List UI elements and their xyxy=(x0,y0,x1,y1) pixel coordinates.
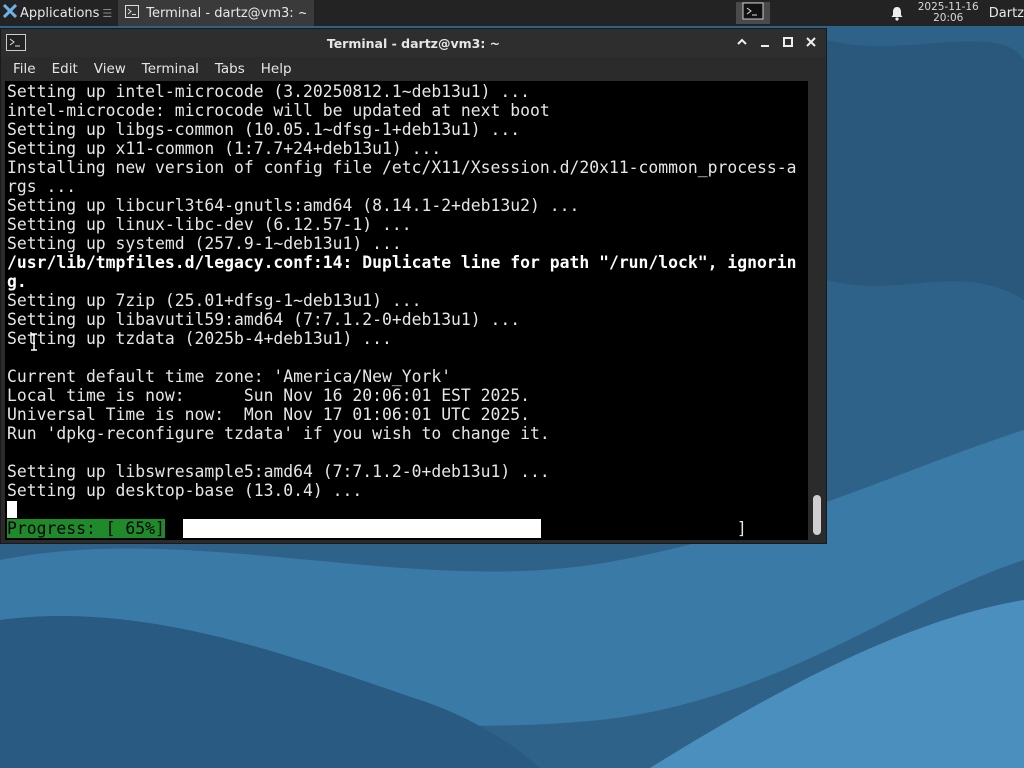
cursor-line xyxy=(7,500,808,519)
notifications-bell-icon[interactable] xyxy=(884,0,910,26)
terminal-line: Installing new version of config file /e… xyxy=(7,158,797,177)
terminal-line: Setting up tzdata (2025b-4+deb13u1) ... xyxy=(7,329,392,348)
minimize-button[interactable] xyxy=(758,35,772,49)
menu-bar: File Edit View Terminal Tabs Help xyxy=(1,57,826,81)
terminal-line: Setting up libswresample5:amd64 (7:7.1.2… xyxy=(7,462,550,481)
user-menu-button[interactable]: Dartz xyxy=(989,6,1024,21)
menu-tabs[interactable]: Tabs xyxy=(207,61,253,77)
terminal-line: Setting up libgs-common (10.05.1~dfsg-1+… xyxy=(7,120,521,139)
terminal-line: intel-microcode: microcode will be updat… xyxy=(7,101,550,120)
menu-file[interactable]: File xyxy=(5,61,44,77)
terminal-line: Setting up 7zip (25.01+dfsg-1~deb13u1) .… xyxy=(7,291,422,310)
clock-time: 20:06 xyxy=(933,12,964,24)
progress-bar: [ ] xyxy=(175,519,747,540)
terminal-scrollbar[interactable] xyxy=(809,81,826,540)
workspace-2-button[interactable] xyxy=(770,2,792,24)
workspace-switcher xyxy=(735,0,814,26)
taskbar-terminal-button[interactable]: Terminal - dartz@vm3: ~ xyxy=(118,0,315,26)
menu-terminal[interactable]: Terminal xyxy=(134,61,207,77)
workspace-1-button[interactable] xyxy=(735,2,770,24)
window-title: Terminal - dartz@vm3: ~ xyxy=(326,35,501,51)
window-titlebar[interactable]: Terminal - dartz@vm3: ~ xyxy=(1,29,826,57)
applications-menu-button[interactable]: Applications ☰ xyxy=(0,0,116,26)
scrollbar-thumb[interactable] xyxy=(813,495,821,535)
terminal-window: Terminal - dartz@vm3: ~ File Edit View T… xyxy=(0,28,827,544)
xfce-logo-icon xyxy=(2,3,18,22)
progress-close-bracket: ] xyxy=(736,519,747,538)
progress-open-bracket: [ xyxy=(254,538,264,540)
progress-line: Progress: [ 65%] [ ] xyxy=(7,519,808,540)
close-button[interactable] xyxy=(804,35,818,49)
terminal-line: Setting up libavutil59:amd64 (7:7.1.2-0+… xyxy=(7,310,521,329)
terminal-icon xyxy=(125,4,140,22)
terminal-line: Run 'dpkg-reconfigure tzdata' if you wis… xyxy=(7,424,550,443)
terminal-line: Setting up systemd (257.9-1~deb13u1) ... xyxy=(7,234,402,253)
terminal-warning-line: g. xyxy=(7,272,27,291)
applications-label: Applications xyxy=(20,5,100,21)
terminal-line: Setting up desktop-base (13.0.4) ... xyxy=(7,481,363,500)
menu-grip-icon: ☰ xyxy=(102,6,113,20)
terminal-line: Local time is now: Sun Nov 16 20:06:01 E… xyxy=(7,386,531,405)
terminal-icon xyxy=(742,2,764,24)
menu-view[interactable]: View xyxy=(86,61,134,77)
chevron-up-icon[interactable] xyxy=(735,35,749,49)
taskbar-terminal-label: Terminal - dartz@vm3: ~ xyxy=(146,5,307,21)
terminal-line: Setting up linux-libc-dev (6.12.57-1) ..… xyxy=(7,215,412,234)
terminal-output[interactable]: Setting up intel-microcode (3.20250812.1… xyxy=(5,81,808,540)
terminal-line: Setting up intel-microcode (3.20250812.1… xyxy=(7,82,531,101)
terminal-warning-line: /usr/lib/tmpfiles.d/legacy.conf:14: Dupl… xyxy=(7,253,797,272)
workspace-3-button[interactable] xyxy=(792,2,814,24)
top-panel: Applications ☰ Terminal - dartz@vm3: ~ 2… xyxy=(0,0,1024,26)
terminal-line: Setting up libcurl3t64-gnutls:amd64 (8.1… xyxy=(7,196,580,215)
terminal-line: Setting up x11-common (1:7.7+24+deb13u1)… xyxy=(7,139,442,158)
clock[interactable]: 2025-11-16 20:06 xyxy=(918,2,979,24)
terminal-line: Universal Time is now: Mon Nov 17 01:06:… xyxy=(7,405,531,424)
progress-fill xyxy=(182,519,541,538)
terminal-line: Current default time zone: 'America/New_… xyxy=(7,367,452,386)
terminal-line: rgs ... xyxy=(7,177,77,196)
mouse-ibeam-cursor-icon xyxy=(31,333,37,351)
maximize-button[interactable] xyxy=(781,35,795,49)
progress-label: Progress: [ 65%] xyxy=(7,519,165,538)
menu-edit[interactable]: Edit xyxy=(44,61,86,77)
terminal-icon xyxy=(6,34,26,55)
menu-help[interactable]: Help xyxy=(253,61,300,77)
text-cursor xyxy=(7,501,17,518)
